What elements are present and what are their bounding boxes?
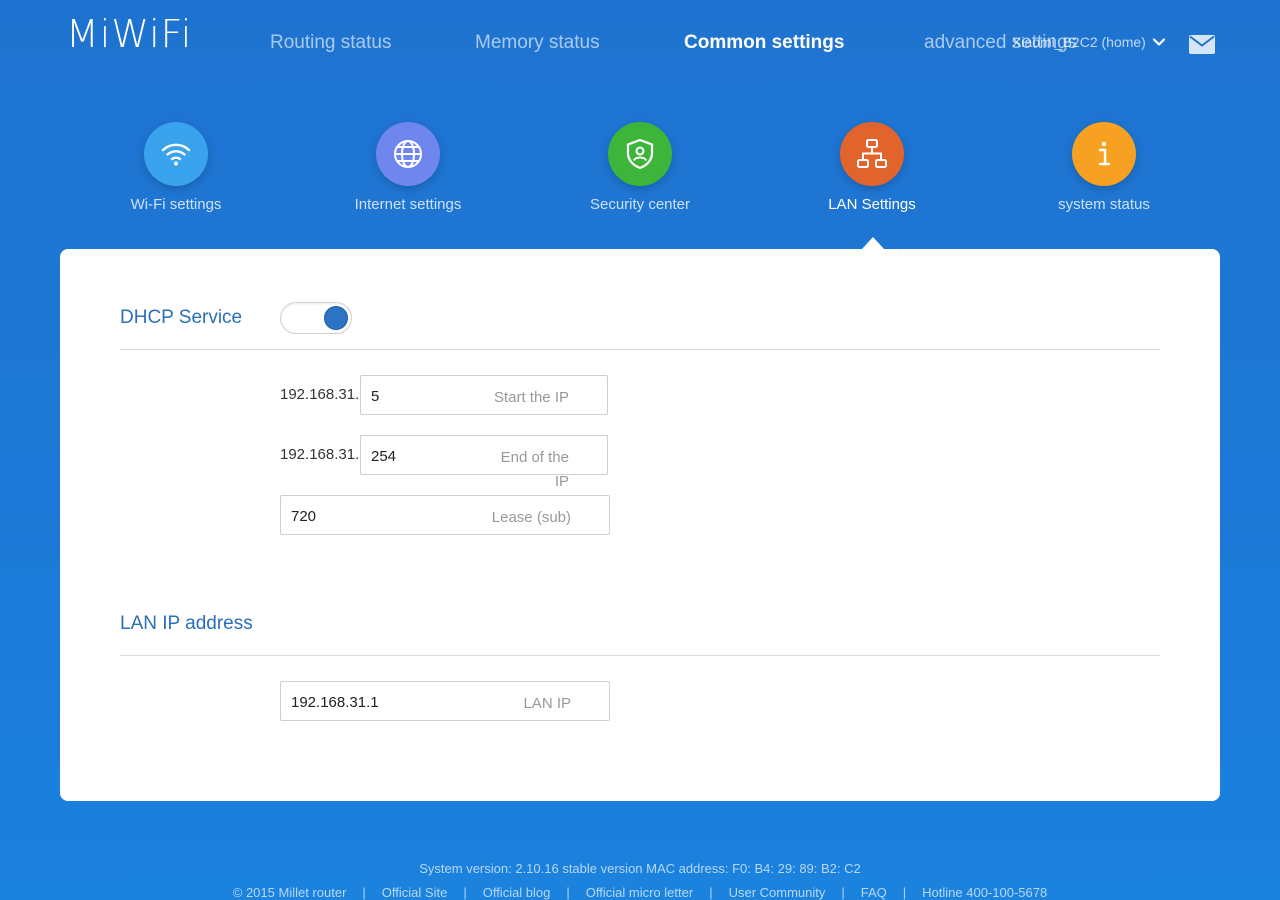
nav-routing-status[interactable]: Routing status <box>270 32 391 54</box>
footer-user-community-link[interactable]: User Community <box>729 885 826 900</box>
lease-input[interactable] <box>291 505 431 527</box>
footer-faq-link[interactable]: FAQ <box>861 885 887 900</box>
footer-hotline[interactable]: Hotline 400-100-5678 <box>922 885 1047 900</box>
divider <box>120 655 1160 656</box>
end-ip-prefix: 192.168.31. <box>280 446 360 463</box>
account-menu[interactable]: Xiaomi_B2C2 (home) <box>1012 34 1166 50</box>
footer-official-site-link[interactable]: Official Site <box>382 885 448 900</box>
dhcp-toggle[interactable] <box>280 302 352 334</box>
globe-icon-circle <box>376 122 440 186</box>
tile-system-status[interactable]: system status <box>1004 122 1204 213</box>
nav-memory-status[interactable]: Memory status <box>475 32 600 54</box>
toggle-knob <box>324 306 348 330</box>
end-ip-hint: End of the IP <box>500 449 569 490</box>
globe-icon <box>394 140 422 168</box>
active-tile-pointer <box>862 237 884 249</box>
miwifi-logo[interactable]: MiWiFi <box>66 12 192 56</box>
lan-ip-input[interactable] <box>291 691 431 713</box>
info-icon <box>1098 141 1111 166</box>
footer-micro-letter-link[interactable]: Official micro letter <box>586 885 693 900</box>
lease-field: Lease (sub) <box>280 495 610 535</box>
lan-settings-panel: DHCP Service 192.168.31. Start the IP 19… <box>60 249 1220 801</box>
mail-icon[interactable] <box>1189 35 1215 54</box>
network-icon-circle <box>840 122 904 186</box>
tile-label: system status <box>1058 196 1150 213</box>
shield-icon <box>626 138 654 170</box>
tile-security-center[interactable]: Security center <box>540 122 740 213</box>
footer-links: © 2015 Millet router | Official Site | Offic… <box>232 885 1048 900</box>
wifi-icon-circle <box>144 122 208 186</box>
network-icon <box>857 139 887 168</box>
shield-icon-circle <box>608 122 672 186</box>
tile-internet-settings[interactable]: Internet settings <box>308 122 508 213</box>
tile-wifi-settings[interactable]: Wi-Fi settings <box>76 122 276 213</box>
nav-common-settings[interactable]: Common settings <box>684 32 844 54</box>
lease-hint: Lease (sub) <box>491 509 571 526</box>
dhcp-service-title: DHCP Service <box>120 307 243 328</box>
settings-tiles: Wi-Fi settings Internet settings Securit… <box>0 122 1280 232</box>
tile-label: LAN Settings <box>828 196 916 213</box>
lan-ip-title: LAN IP address <box>120 613 253 634</box>
start-ip-hint: Start the IP <box>493 389 569 406</box>
lan-ip-hint: LAN IP <box>523 695 571 712</box>
system-version-line: System version: 2.10.16 stable version M… <box>419 861 861 876</box>
info-icon-circle <box>1072 122 1136 186</box>
tile-label: Security center <box>589 196 691 213</box>
footer-copyright[interactable]: © 2015 Millet router <box>233 885 347 900</box>
top-navigation-bar: MiWiFi Routing status Memory status Comm… <box>0 0 1280 90</box>
start-ip-field: Start the IP <box>360 375 608 415</box>
account-label: Xiaomi_B2C2 (home) <box>1012 34 1146 50</box>
tile-label: Wi-Fi settings <box>130 196 222 213</box>
chevron-down-icon <box>1152 38 1165 46</box>
divider <box>120 349 1160 350</box>
wifi-icon <box>161 143 191 166</box>
footer-official-blog-link[interactable]: Official blog <box>483 885 551 900</box>
tile-label: Internet settings <box>354 196 462 213</box>
end-ip-field: End of the IP <box>360 435 608 490</box>
lan-ip-field: LAN IP <box>280 681 610 721</box>
tile-lan-settings[interactable]: LAN Settings <box>772 122 972 213</box>
start-ip-prefix: 192.168.31. <box>280 386 360 403</box>
